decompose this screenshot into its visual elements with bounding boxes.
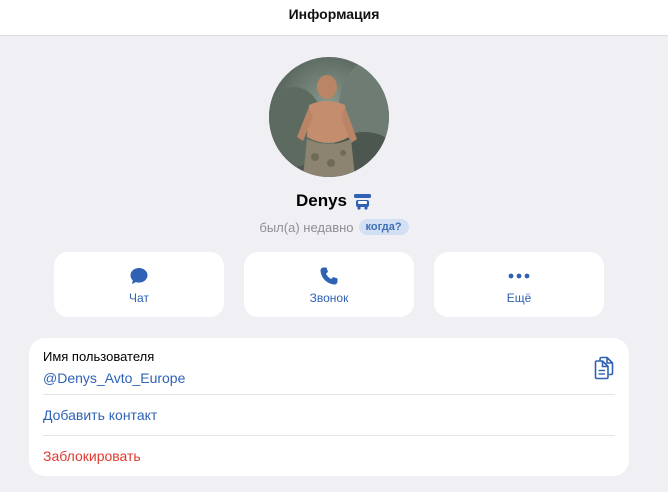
car-emoji-icon xyxy=(353,192,372,211)
more-dots-icon xyxy=(508,265,530,287)
phone-icon xyxy=(318,265,340,287)
profile-name: Denys xyxy=(295,191,348,210)
chat-button-label: Чат xyxy=(129,290,149,305)
divider xyxy=(43,394,615,395)
info-card: Имя пользователя @Denys_Avto_Europe Доба… xyxy=(29,338,629,476)
page-title: Информация xyxy=(288,5,380,22)
when-badge[interactable]: когда? xyxy=(358,219,409,235)
block-user-button[interactable]: Заблокировать xyxy=(43,448,141,464)
avatar-photo xyxy=(269,57,389,177)
profile-name-row: Denys xyxy=(0,188,668,214)
divider xyxy=(43,435,615,436)
more-button[interactable]: Ещё xyxy=(434,252,604,317)
call-button[interactable]: Звонок xyxy=(244,252,414,317)
add-contact-button[interactable]: Добавить контакт xyxy=(43,407,157,423)
last-seen-status: был(а) недавно xyxy=(259,219,354,235)
username-label: Имя пользователя xyxy=(43,349,155,364)
status-row: был(а) недавно когда? xyxy=(0,217,668,237)
call-button-label: Звонок xyxy=(309,290,349,305)
username-value[interactable]: @Denys_Avto_Europe xyxy=(43,370,185,386)
top-bar: Информация xyxy=(0,0,668,36)
more-button-label: Ещё xyxy=(506,290,532,305)
chat-button[interactable]: Чат xyxy=(54,252,224,317)
chat-bubble-icon xyxy=(128,265,150,287)
copy-icon[interactable] xyxy=(593,356,615,380)
username-row[interactable]: Имя пользователя @Denys_Avto_Europe xyxy=(43,348,615,394)
profile-avatar[interactable] xyxy=(269,57,389,177)
